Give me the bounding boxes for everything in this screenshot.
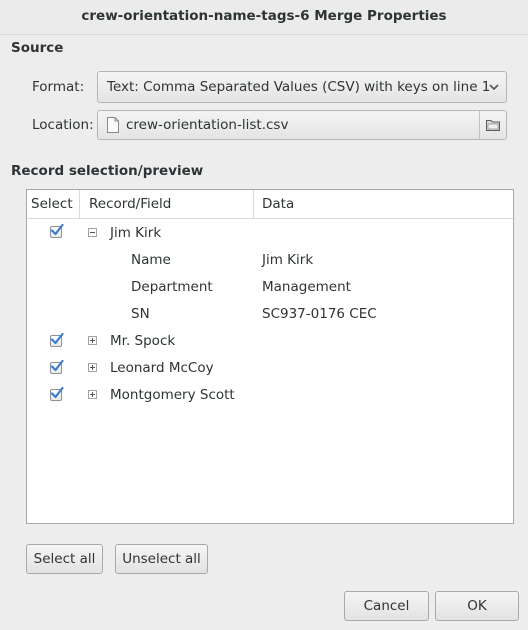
field-value: SC937-0176 CEC <box>262 306 377 322</box>
record-checkbox-jim-kirk[interactable] <box>50 223 64 238</box>
ok-button[interactable]: OK <box>435 591 519 621</box>
record-tree-view[interactable]: Select Record/Field Data Jim Kirk Name J… <box>26 189 514 524</box>
location-file-chooser[interactable]: crew-orientation-list.csv <box>97 110 507 140</box>
checkmark-icon <box>50 359 64 372</box>
format-combo-value: Text: Comma Separated Values (CSV) with … <box>107 79 491 95</box>
checkmark-icon <box>50 332 64 345</box>
plus-box-icon[interactable] <box>88 390 97 399</box>
column-separator <box>253 190 254 218</box>
file-chooser-separator <box>479 111 480 139</box>
column-separator <box>79 190 80 218</box>
column-header-data[interactable]: Data <box>262 196 294 212</box>
source-heading: Source <box>11 40 64 56</box>
window-title: crew-orientation-name-tags-6 Merge Prope… <box>81 8 447 24</box>
field-name: Name <box>131 252 171 268</box>
column-header-select[interactable]: Select <box>31 196 73 212</box>
document-icon <box>107 117 119 133</box>
column-header-record-field[interactable]: Record/Field <box>89 196 171 212</box>
unselect-all-button[interactable]: Unselect all <box>115 544 208 574</box>
tree-header: Select Record/Field Data <box>27 190 513 219</box>
select-all-button[interactable]: Select all <box>26 544 103 574</box>
field-value: Management <box>262 279 351 295</box>
minus-box-icon[interactable] <box>88 228 97 237</box>
checkmark-icon <box>50 386 64 399</box>
record-name: Montgomery Scott <box>110 387 235 403</box>
location-label: Location: <box>32 117 94 133</box>
record-name: Jim Kirk <box>110 225 162 241</box>
record-name: Leonard McCoy <box>110 360 214 376</box>
plus-box-icon[interactable] <box>88 336 97 345</box>
record-checkbox-mr-spock[interactable] <box>50 332 64 347</box>
field-value: Jim Kirk <box>262 252 314 268</box>
folder-icon[interactable] <box>486 119 500 131</box>
location-file-name: crew-orientation-list.csv <box>126 117 289 133</box>
preview-heading: Record selection/preview <box>11 163 204 179</box>
record-name: Mr. Spock <box>110 333 176 349</box>
chevron-down-icon <box>489 84 499 91</box>
record-checkbox-montgomery-scott[interactable] <box>50 386 64 401</box>
format-combo[interactable]: Text: Comma Separated Values (CSV) with … <box>97 71 507 103</box>
format-label: Format: <box>32 79 85 95</box>
field-name: Department <box>131 279 213 295</box>
checkmark-icon <box>50 223 64 236</box>
plus-box-icon[interactable] <box>88 363 97 372</box>
cancel-button[interactable]: Cancel <box>344 591 429 621</box>
record-checkbox-leonard-mccoy[interactable] <box>50 359 64 374</box>
field-name: SN <box>131 306 150 322</box>
